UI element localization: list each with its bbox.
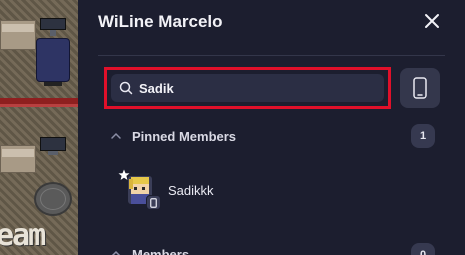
member-item-sadikkk[interactable]: Sadikkk (118, 169, 214, 210)
members-label: Members (132, 246, 190, 255)
search-input[interactable] (139, 80, 369, 96)
game-sign-text: eam (0, 218, 46, 253)
chevron-up-icon (111, 250, 121, 255)
search-highlight (104, 67, 391, 109)
members-panel: WiLine Marcelo Pinned Members 1 (78, 0, 465, 255)
search-icon (119, 81, 133, 95)
header-divider (98, 55, 445, 56)
panel-header: WiLine Marcelo (78, 0, 465, 55)
members-section-header[interactable]: Members (110, 243, 189, 255)
close-icon (425, 14, 439, 28)
star-icon (118, 169, 130, 180)
member-name: Sadikkk (168, 182, 214, 198)
search-box[interactable] (111, 74, 384, 102)
chair-base (44, 82, 62, 86)
pinned-members-section-header[interactable]: Pinned Members (110, 125, 236, 147)
close-button[interactable] (423, 12, 441, 30)
pinned-members-label: Pinned Members (132, 128, 237, 144)
desk-top (2, 149, 34, 157)
pinned-members-count: 1 (411, 124, 435, 148)
computer-monitor (40, 137, 66, 151)
floor-divider (0, 104, 78, 107)
phone-icon (413, 77, 427, 99)
mobile-view-button[interactable] (400, 68, 440, 108)
avatar (118, 169, 161, 210)
desk-top (2, 24, 34, 32)
members-count: 0 (411, 243, 435, 255)
mobile-device-icon (146, 195, 161, 210)
monitor-stand (48, 151, 58, 155)
panel-title: WiLine Marcelo (98, 12, 223, 31)
chevron-up-icon (111, 132, 121, 139)
computer-monitor (40, 18, 66, 30)
game-map-view[interactable]: eam (0, 0, 78, 255)
office-chair (36, 38, 70, 82)
monitor-stand (50, 30, 56, 36)
round-rug-ring (40, 188, 66, 210)
